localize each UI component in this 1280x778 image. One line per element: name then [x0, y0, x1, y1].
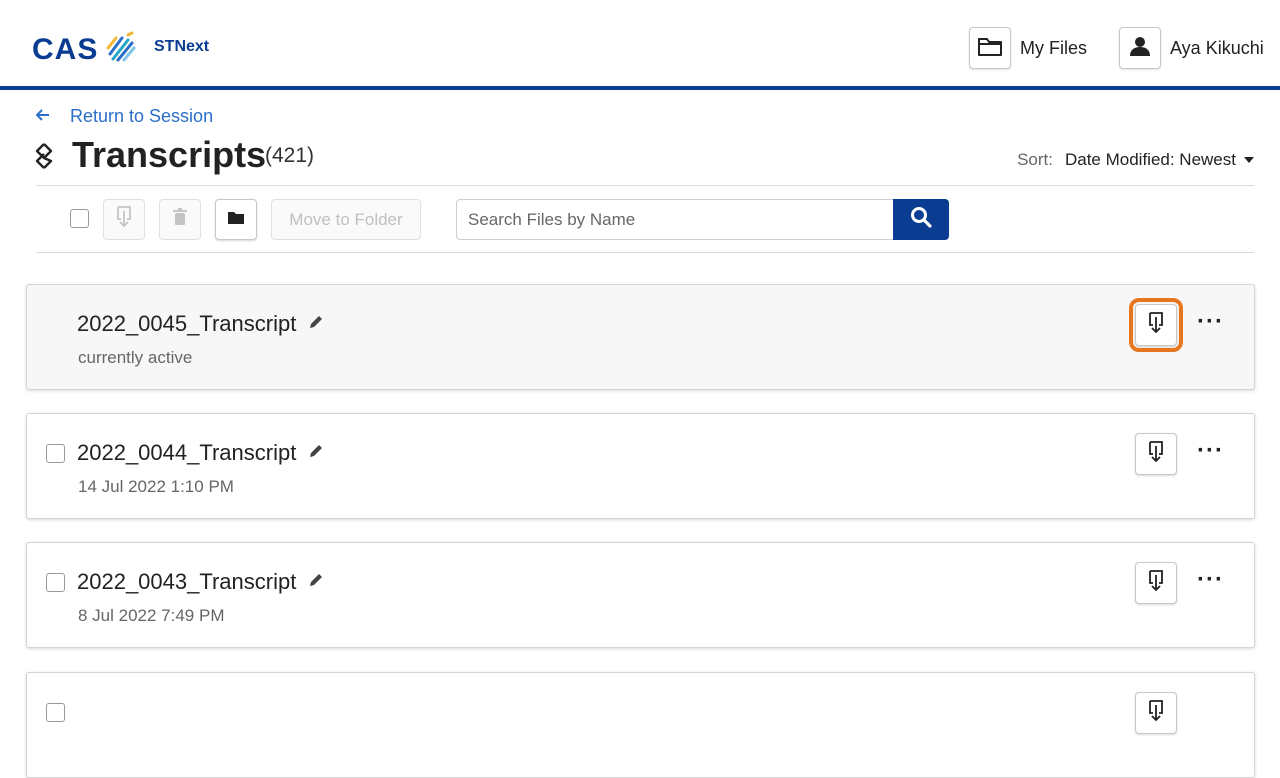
file-checkbox[interactable]: [46, 703, 65, 722]
file-card[interactable]: 2022_0044_Transcript 14 Jul 2022 1:10 PM…: [26, 413, 1255, 519]
arrow-left-icon: [35, 105, 58, 126]
download-icon: [1147, 440, 1165, 469]
file-checkbox[interactable]: [46, 573, 65, 592]
divider: [36, 252, 1254, 253]
search-button[interactable]: [893, 199, 949, 240]
sort-value[interactable]: Date Modified: Newest: [1065, 150, 1236, 170]
return-to-session-label[interactable]: Return to Session: [70, 106, 213, 127]
more-options-icon[interactable]: ···: [1197, 310, 1224, 334]
file-card[interactable]: 2022_0045_Transcript currently active ··…: [26, 284, 1255, 390]
file-name[interactable]: 2022_0045_Transcript: [77, 311, 296, 337]
header-divider: [0, 86, 1280, 90]
cas-logo-mark-icon: [104, 30, 138, 69]
my-files-label[interactable]: My Files: [1020, 38, 1087, 59]
folder-button[interactable]: [215, 199, 257, 240]
cas-logo[interactable]: CAS: [32, 30, 138, 69]
file-status: currently active: [78, 348, 193, 367]
logo-text: CAS: [32, 32, 99, 66]
download-icon: [1147, 699, 1165, 728]
download-icon: [1147, 569, 1165, 598]
file-date: 14 Jul 2022 1:10 PM: [78, 477, 234, 496]
download-button[interactable]: [1135, 692, 1177, 734]
edit-icon[interactable]: [309, 315, 323, 334]
product-name: STNext: [154, 38, 210, 55]
edit-icon[interactable]: [309, 444, 323, 463]
select-all-checkbox[interactable]: [70, 209, 89, 228]
download-icon: [115, 205, 133, 234]
download-icon: [1147, 311, 1165, 340]
search-input[interactable]: [456, 199, 894, 240]
download-selected-button[interactable]: [103, 199, 145, 240]
sort-label: Sort:: [1017, 150, 1053, 169]
trash-icon: [172, 208, 188, 231]
my-files-button[interactable]: [969, 27, 1011, 69]
file-date: 8 Jul 2022 7:49 PM: [78, 606, 225, 625]
transcript-icon: [33, 142, 55, 175]
user-avatar-button[interactable]: [1119, 27, 1161, 69]
folder-icon: [977, 35, 1003, 62]
file-card[interactable]: 2022_0043_Transcript 8 Jul 2022 7:49 PM …: [26, 542, 1255, 648]
folder-icon: [227, 210, 245, 230]
search-icon: [910, 206, 932, 233]
file-name[interactable]: 2022_0043_Transcript: [77, 569, 296, 595]
sort-dropdown[interactable]: Sort: Date Modified: Newest: [1017, 150, 1254, 170]
return-to-session-link[interactable]: Return to Session: [35, 105, 213, 126]
edit-icon[interactable]: [309, 573, 323, 592]
file-count: (421): [265, 144, 315, 167]
download-button[interactable]: [1129, 298, 1183, 352]
app-header: CAS STNext My Files Aya Kikuchi: [0, 0, 1280, 86]
move-to-folder-label: Move to Folder: [289, 209, 403, 229]
user-name[interactable]: Aya Kikuchi: [1170, 38, 1264, 59]
more-options-icon[interactable]: ···: [1197, 568, 1224, 592]
file-card[interactable]: [26, 672, 1255, 778]
more-options-icon[interactable]: ···: [1197, 439, 1224, 463]
move-to-folder-button[interactable]: Move to Folder: [271, 199, 421, 240]
delete-selected-button[interactable]: [159, 199, 201, 240]
download-button[interactable]: [1135, 433, 1177, 475]
divider: [36, 185, 1254, 186]
file-checkbox[interactable]: [46, 444, 65, 463]
page-title: Transcripts: [72, 134, 267, 175]
user-icon: [1129, 35, 1151, 62]
caret-down-icon: [1244, 157, 1254, 163]
file-name[interactable]: 2022_0044_Transcript: [77, 440, 296, 466]
download-button[interactable]: [1135, 562, 1177, 604]
